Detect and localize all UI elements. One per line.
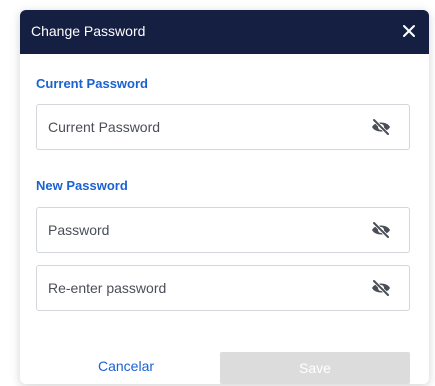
- change-password-dialog: Change Password Current Password New Pas…: [20, 10, 429, 384]
- eye-slash-icon[interactable]: [371, 221, 391, 239]
- eye-slash-icon[interactable]: [371, 118, 391, 136]
- save-button[interactable]: Save: [220, 352, 410, 384]
- current-password-input[interactable]: [48, 105, 348, 149]
- cancel-button[interactable]: Cancelar: [98, 358, 154, 374]
- current-password-field-container: [36, 104, 410, 150]
- current-password-heading: Current Password: [36, 76, 148, 91]
- dialog-title: Change Password: [31, 23, 146, 39]
- close-icon[interactable]: [399, 21, 419, 41]
- new-password-input[interactable]: [48, 208, 348, 252]
- eye-slash-icon[interactable]: [371, 279, 391, 297]
- reenter-password-field-container: [36, 265, 410, 311]
- new-password-field-container: [36, 207, 410, 253]
- dialog-header: Change Password: [20, 10, 429, 54]
- new-password-heading: New Password: [36, 178, 128, 193]
- reenter-password-input[interactable]: [48, 266, 348, 310]
